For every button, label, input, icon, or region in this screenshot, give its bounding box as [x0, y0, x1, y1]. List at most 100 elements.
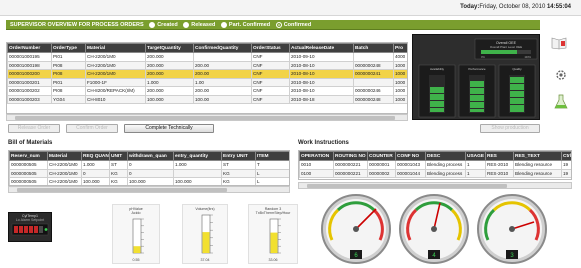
work-table-row[interactable]: 0010 0000000221 00000001 000001043 Blending … — [299, 160, 571, 170]
bom-header-cell[interactable]: ITEM — [255, 151, 289, 161]
orders-header-cell[interactable]: OrderStatus — [251, 43, 290, 53]
work-header-cell[interactable]: Ctrl Rec De — [561, 151, 571, 161]
work-cell: Blending resource — [513, 168, 562, 178]
bom-table-row[interactable]: 0000000505 CH-2200/1M0 1.000 ST 0 1.000 ST T — [9, 160, 289, 170]
work-header-cell[interactable]: CONF NO — [395, 151, 426, 161]
oee-dashboard-graphic: Overall OEE Overall Plant Level OEE 0% 1… — [418, 38, 538, 118]
orders-table-row[interactable]: 000001000198 PI08 CH-2200/1M0 200.000 200.00… — [7, 60, 407, 70]
gear-icon[interactable] — [554, 68, 568, 82]
orders-table-row[interactable]: 000001000202 PI08 CH-8200/REPACK(I/M) 200.0… — [7, 86, 407, 96]
orders-horizontal-scrollbar[interactable] — [6, 114, 408, 121]
orders-cell: CNF — [251, 86, 290, 96]
oee-dashboard: Overall OEE Overall Plant Level OEE 0% 1… — [412, 34, 540, 120]
time-text: 14:55:04 — [546, 4, 571, 10]
volume-widget: Volume(ltrs) 37.04 — [182, 204, 228, 264]
filter-released-label[interactable]: Released — [191, 22, 215, 28]
bom-header-cell[interactable]: Material — [47, 151, 82, 161]
orders-cell: PI01 — [51, 77, 86, 87]
work-header-cell[interactable]: COUNTER — [367, 151, 396, 161]
filter-released-radio[interactable] — [183, 21, 190, 28]
bom-horizontal-scrollbar[interactable] — [8, 186, 290, 193]
orders-table-row[interactable]: 000001000201 PI01 F1000-1F 1.000 1.00 CNF 2010… — [7, 77, 407, 87]
orders-cell: 2010-08-10 — [289, 77, 354, 87]
work-header-cell[interactable]: RES_TEXT — [513, 151, 562, 161]
orders-table-row[interactable]: 000001000203 YG04 CH-8010 100.000 100.00 CNF 2… — [7, 94, 407, 104]
work-table-row[interactable]: 0100 0000000221 00000002 000001044 Blending … — [299, 168, 571, 178]
bom-table-row[interactable]: 0000000505 CH-2200/1M0 100.000 KG 100.000 100… — [9, 177, 289, 185]
orders-cell: CNF — [251, 52, 290, 62]
work-header-cell[interactable]: ROUTING NO — [333, 151, 368, 161]
orders-header-cell[interactable]: Pro — [393, 43, 407, 53]
led-alarm-widget: CylTemp1 Lo Alarm Setpoint — [8, 212, 52, 242]
bom-header-cell[interactable]: Reserv_num — [9, 151, 48, 161]
bom-cell: 0 — [81, 168, 110, 178]
work-header-cell[interactable]: RES — [485, 151, 514, 161]
orders-cell: 0000000248 — [353, 60, 394, 70]
orders-table-row[interactable]: 000001000200 PI08 CH-2200/1M0 200.000 200.00… — [7, 69, 407, 79]
bom-cell: 0 — [127, 168, 174, 178]
orders-cell: PI08 — [51, 60, 86, 70]
ph-level-graphic — [132, 218, 144, 254]
orders-header-cell[interactable]: Batch — [353, 43, 394, 53]
work-scroll-thumb[interactable] — [307, 184, 507, 188]
oee-subtitle: Overall Plant Level OEE — [490, 45, 522, 49]
bom-cell: 100.000 — [173, 177, 222, 185]
filter-confirmed-label[interactable]: Confirmed — [284, 22, 312, 28]
bom-header-cell[interactable]: REQ QUAN — [81, 151, 110, 161]
orders-table-row[interactable]: 000001000195 PI01 CH-2200/1M0 200.000 CNF 201… — [7, 52, 407, 62]
kpi-performance-label: Performance — [468, 67, 486, 71]
bom-header-cell[interactable]: UNIT — [109, 151, 128, 161]
show-production-button[interactable]: Show production — [480, 124, 540, 133]
filter-confirmed-radio[interactable] — [275, 21, 282, 28]
work-header-cell[interactable]: USAGE — [465, 151, 486, 161]
bom-header-cell[interactable]: Entry UNIT — [221, 151, 256, 161]
orders-header-cell[interactable]: ConfirmedQuantity — [193, 43, 252, 53]
dial-gauge-1: 6 — [321, 194, 391, 264]
kpi-availability-label: Availability — [430, 67, 445, 71]
orders-header-cell[interactable]: Material — [85, 43, 146, 53]
work-cell: Blending resource — [513, 160, 562, 170]
top-header: Today:Friday, October 08, 2010 14:55:04 — [0, 0, 581, 16]
bom-cell: L — [255, 177, 289, 185]
volume-level-graphic — [201, 214, 213, 254]
bom-cell: 1.000 — [81, 160, 110, 170]
kpi-availability: Availability — [418, 64, 456, 118]
orders-cell: 200.000 — [145, 86, 194, 96]
date-text: Friday, October 08, 2010 — [479, 4, 546, 10]
release-order-button[interactable]: Release Order — [8, 124, 60, 133]
orders-cell: 200.00 — [193, 60, 252, 70]
filter-part-confirmed-radio[interactable] — [220, 21, 227, 28]
bom-cell: KG — [221, 168, 256, 178]
orders-cell: 1000 — [393, 77, 407, 87]
orders-header-cell[interactable]: TargetQuantity — [145, 43, 194, 53]
confirm-order-button[interactable]: Confirm Order — [66, 124, 118, 133]
orders-scroll-thumb[interactable] — [15, 116, 395, 120]
filter-created-radio[interactable] — [149, 21, 156, 28]
bom-cell: L — [255, 168, 289, 178]
book-icon[interactable] — [550, 36, 568, 50]
orders-header-cell[interactable]: OrderType — [51, 43, 86, 53]
orders-cell: 000001000202 — [7, 86, 52, 96]
led-bar-graphic — [11, 223, 49, 236]
filter-part-confirmed-label[interactable]: Part. Confirmed — [229, 22, 270, 28]
orders-header-cell[interactable]: OrderNumber — [7, 43, 52, 53]
work-table-container: OPERATION ROUTING NO COUNTER CONF NO DESC USA… — [298, 150, 572, 180]
work-cell: 19 — [561, 160, 571, 170]
volume-value: 37.04 — [200, 258, 210, 262]
bom-header-cell[interactable]: withdrawn_quan — [127, 151, 174, 161]
complete-technically-button[interactable]: Complete Technically — [124, 124, 214, 133]
work-header-cell[interactable]: OPERATION — [299, 151, 334, 161]
orders-cell: 1000 — [393, 69, 407, 79]
bom-scroll-thumb[interactable] — [17, 188, 227, 192]
orders-cell: 000001000198 — [7, 60, 52, 70]
work-horizontal-scrollbar[interactable] — [298, 182, 572, 189]
bom-header-cell[interactable]: entry_quantity — [173, 151, 222, 161]
work-cell: 00000002 — [367, 168, 396, 178]
bom-table-row[interactable]: 0000000505 CH-2200/1M0 0 KG 0 KG L — [9, 168, 289, 178]
orders-header-cell[interactable]: ActualReleaseDate — [289, 43, 354, 53]
orders-cell — [353, 52, 394, 62]
orders-cell: F1000-1F — [85, 77, 146, 87]
filter-created-label[interactable]: Created — [157, 22, 177, 28]
work-header-cell[interactable]: DESC — [425, 151, 466, 161]
flask-icon[interactable] — [554, 94, 568, 110]
